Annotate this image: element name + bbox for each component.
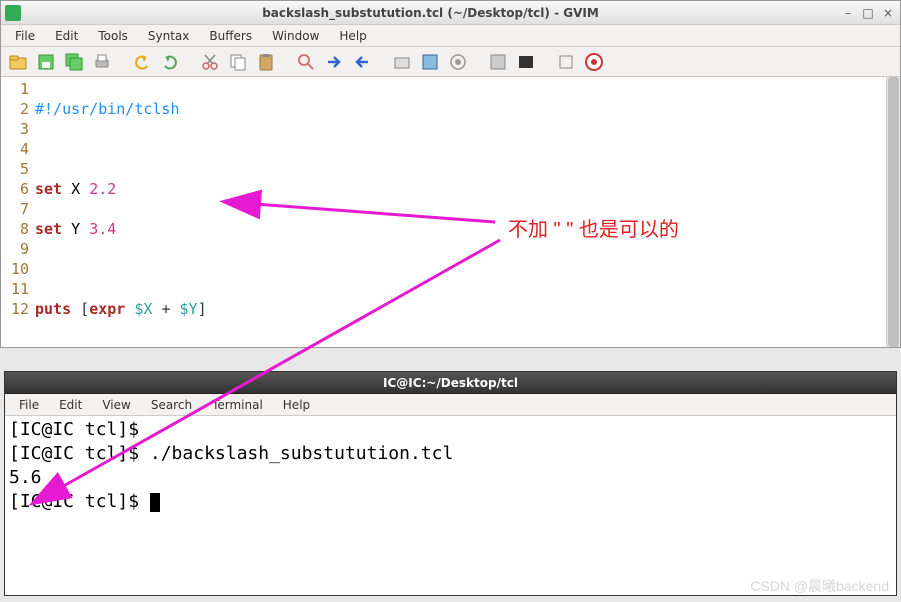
gvim-toolbar <box>1 47 900 77</box>
tags-icon[interactable] <box>553 49 579 75</box>
terminal-title: IC@IC:~/Desktop/tcl <box>5 376 896 390</box>
term-line: [IC@IC tcl]$ <box>9 418 892 442</box>
terminal-cursor <box>150 493 160 512</box>
line-num: 9 <box>1 239 29 259</box>
line-num: 2 <box>1 99 29 119</box>
print-icon[interactable] <box>89 49 115 75</box>
gvim-window: backslash_substutution.tcl (~/Desktop/tc… <box>0 0 901 348</box>
undo-icon[interactable] <box>129 49 155 75</box>
menu-file[interactable]: File <box>5 27 45 45</box>
line-num: 4 <box>1 139 29 159</box>
menu-buffers[interactable]: Buffers <box>199 27 262 45</box>
close-icon[interactable]: × <box>880 5 896 21</box>
line-num: 7 <box>1 199 29 219</box>
code-l6-kw: puts <box>35 300 71 318</box>
terminal-titlebar[interactable]: IC@IC:~/Desktop/tcl <box>5 372 896 394</box>
session-save-icon[interactable] <box>417 49 443 75</box>
term-menu-terminal[interactable]: Terminal <box>202 396 273 414</box>
code-l6-op: + <box>161 300 170 318</box>
terminal-window: IC@IC:~/Desktop/tcl File Edit View Searc… <box>4 371 897 596</box>
gvim-menubar: File Edit Tools Syntax Buffers Window He… <box>1 25 900 47</box>
code-l4-kw: set <box>35 220 62 238</box>
code-l3-val: 2.2 <box>89 180 116 198</box>
find-icon[interactable] <box>293 49 319 75</box>
code-l6-br1: [ <box>80 300 89 318</box>
prev-icon[interactable] <box>349 49 375 75</box>
code-l3-kw: set <box>35 180 62 198</box>
line-num: 1 <box>1 79 29 99</box>
next-icon[interactable] <box>321 49 347 75</box>
term-menu-file[interactable]: File <box>9 396 49 414</box>
term-line: [IC@IC tcl]$ ./backslash_substutution.tc… <box>9 442 892 466</box>
paste-icon[interactable] <box>253 49 279 75</box>
line-num: 3 <box>1 119 29 139</box>
make-icon[interactable] <box>485 49 511 75</box>
line-num: 6 <box>1 179 29 199</box>
line-gutter: 1 2 3 4 5 6 7 8 9 10 11 12 <box>1 77 35 347</box>
session-load-icon[interactable] <box>389 49 415 75</box>
open-icon[interactable] <box>5 49 31 75</box>
code-l6-var1: $X <box>134 300 152 318</box>
menu-tools[interactable]: Tools <box>88 27 138 45</box>
code-area[interactable]: #!/usr/bin/tclsh set X 2.2 set Y 3.4 put… <box>35 77 886 347</box>
term-line: [IC@IC tcl]$ <box>9 491 150 512</box>
menu-help[interactable]: Help <box>329 27 376 45</box>
redo-icon[interactable] <box>157 49 183 75</box>
term-menu-help[interactable]: Help <box>273 396 320 414</box>
term-line: 5.6 <box>9 466 892 490</box>
term-menu-edit[interactable]: Edit <box>49 396 92 414</box>
run-icon[interactable] <box>445 49 471 75</box>
scrollbar-thumb[interactable] <box>888 77 899 347</box>
code-l6-kw2: expr <box>89 300 125 318</box>
term-menu-search[interactable]: Search <box>141 396 202 414</box>
help-icon[interactable] <box>581 49 607 75</box>
gvim-title: backslash_substutution.tcl (~/Desktop/tc… <box>25 6 836 20</box>
term-menu-view[interactable]: View <box>92 396 140 414</box>
line-num: 12 <box>1 299 29 319</box>
code-l3-id: X <box>71 180 80 198</box>
minimize-icon[interactable]: – <box>840 5 856 21</box>
line-num: 11 <box>1 279 29 299</box>
line-num: 5 <box>1 159 29 179</box>
annotation-text: 不加 " " 也是可以的 <box>508 213 679 242</box>
saveall-icon[interactable] <box>61 49 87 75</box>
code-l1: #!/usr/bin/tclsh <box>35 100 180 118</box>
menu-syntax[interactable]: Syntax <box>138 27 199 45</box>
menu-edit[interactable]: Edit <box>45 27 88 45</box>
code-l6-var2: $Y <box>180 300 198 318</box>
line-num: 10 <box>1 259 29 279</box>
code-l4-val: 3.4 <box>89 220 116 238</box>
code-l4-id: Y <box>71 220 80 238</box>
code-l6-br2: ] <box>198 300 207 318</box>
vim-icon <box>5 5 21 21</box>
maximize-icon[interactable]: □ <box>860 5 876 21</box>
terminal-menubar: File Edit View Search Terminal Help <box>5 394 896 416</box>
line-num: 8 <box>1 219 29 239</box>
editor-scrollbar[interactable] <box>886 77 900 347</box>
save-icon[interactable] <box>33 49 59 75</box>
cut-icon[interactable] <box>197 49 223 75</box>
shell-icon[interactable] <box>513 49 539 75</box>
watermark: CSDN @晨曦backend <box>750 576 889 596</box>
menu-window[interactable]: Window <box>262 27 329 45</box>
terminal-body[interactable]: [IC@IC tcl]$[IC@IC tcl]$ ./backslash_sub… <box>5 416 896 594</box>
copy-icon[interactable] <box>225 49 251 75</box>
gvim-editor[interactable]: 1 2 3 4 5 6 7 8 9 10 11 12 #!/usr/bin/tc… <box>1 77 900 347</box>
gvim-titlebar[interactable]: backslash_substutution.tcl (~/Desktop/tc… <box>1 1 900 25</box>
